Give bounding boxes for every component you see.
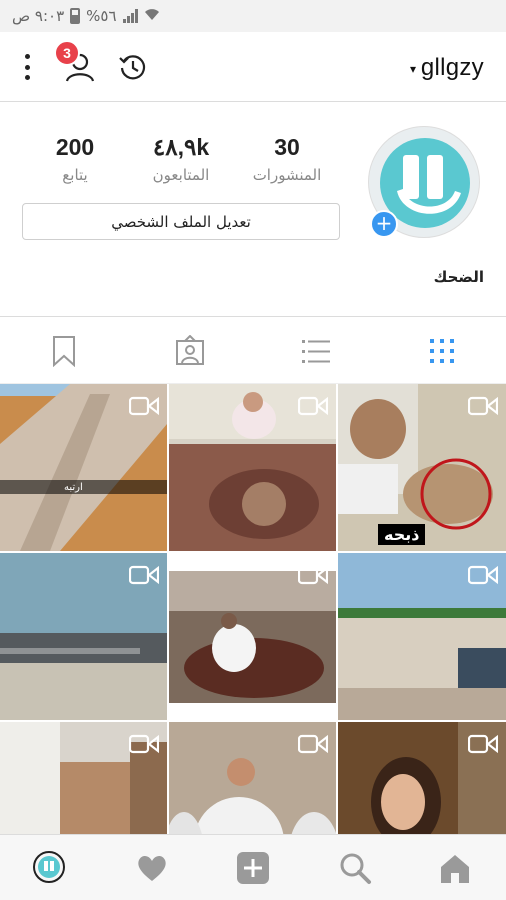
post-thumbnail[interactable]: ذبحه (338, 384, 506, 551)
new-post-icon[interactable] (236, 851, 270, 885)
post-caption-overlay: ذبحه (378, 524, 426, 545)
video-camera-icon (298, 565, 328, 585)
video-camera-icon (468, 565, 498, 585)
list-view-icon[interactable] (300, 335, 332, 367)
profile-tab-icon[interactable] (32, 850, 66, 884)
video-camera-icon (298, 734, 328, 754)
search-icon[interactable] (338, 851, 372, 885)
stat-following-label: يتابع (62, 166, 88, 184)
history-icon[interactable] (118, 52, 148, 82)
battery-percentage: %٥٦ (86, 7, 117, 25)
stat-following-value: 200 (55, 134, 95, 160)
stat-posts-value: 30 (274, 134, 300, 160)
edit-profile-button[interactable]: تعديل الملف الشخصي (22, 203, 340, 240)
wifi-icon (144, 7, 160, 25)
stat-following[interactable]: 200 يتابع (20, 132, 130, 188)
video-camera-icon (129, 396, 159, 416)
notification-badge: 3 (54, 40, 80, 66)
stat-followers-value: ٤٨,٩k (152, 134, 210, 160)
bottom-navigation (0, 834, 506, 900)
video-camera-icon (298, 396, 328, 416)
battery-icon (70, 8, 81, 24)
post-thumbnail[interactable] (0, 722, 167, 834)
post-thumbnail[interactable] (338, 722, 506, 834)
video-camera-icon (468, 734, 498, 754)
post-thumbnail[interactable]: ارتبه (0, 384, 167, 551)
signal-icon (122, 9, 138, 23)
stat-followers[interactable]: ٤٨,٩k المتابعون (126, 132, 236, 188)
post-caption-overlay: ارتبه (64, 482, 83, 493)
profile-username[interactable]: gllgzy (421, 54, 484, 82)
stat-posts[interactable]: 30 المنشورات (232, 132, 342, 188)
instagram-profile-screen: ٩:٠٣ ص %٥٦ 3 ▾ gllgzy + 30 المنشورات ٤٨,… (0, 0, 506, 900)
post-thumbnail[interactable] (169, 384, 336, 551)
post-thumbnail[interactable] (169, 722, 336, 834)
home-icon[interactable] (438, 851, 472, 885)
tagged-photos-icon[interactable] (174, 335, 206, 367)
stat-followers-label: المتابعون (152, 166, 210, 184)
post-thumbnail[interactable] (338, 553, 506, 720)
profile-display-name: الضحك (433, 268, 484, 286)
add-story-icon[interactable]: + (370, 210, 398, 238)
posts-grid: ذبحه ارتبه (0, 384, 506, 834)
more-options-icon[interactable] (20, 54, 34, 80)
status-time: ٩:٠٣ ص (12, 7, 65, 25)
profile-view-tabs (0, 316, 506, 384)
account-switcher-chevron-icon[interactable]: ▾ (410, 62, 416, 76)
activity-heart-icon[interactable] (135, 851, 169, 885)
saved-bookmark-icon[interactable] (48, 335, 80, 367)
status-bar: ٩:٠٣ ص %٥٦ (0, 0, 506, 32)
grid-view-icon[interactable] (426, 335, 458, 367)
video-camera-icon (468, 396, 498, 416)
post-thumbnail[interactable] (0, 553, 167, 720)
post-thumbnail[interactable] (169, 553, 336, 720)
profile-top-bar: 3 ▾ gllgzy (0, 32, 506, 102)
video-camera-icon (129, 734, 159, 754)
video-camera-icon (129, 565, 159, 585)
stat-posts-label: المنشورات (252, 166, 322, 184)
